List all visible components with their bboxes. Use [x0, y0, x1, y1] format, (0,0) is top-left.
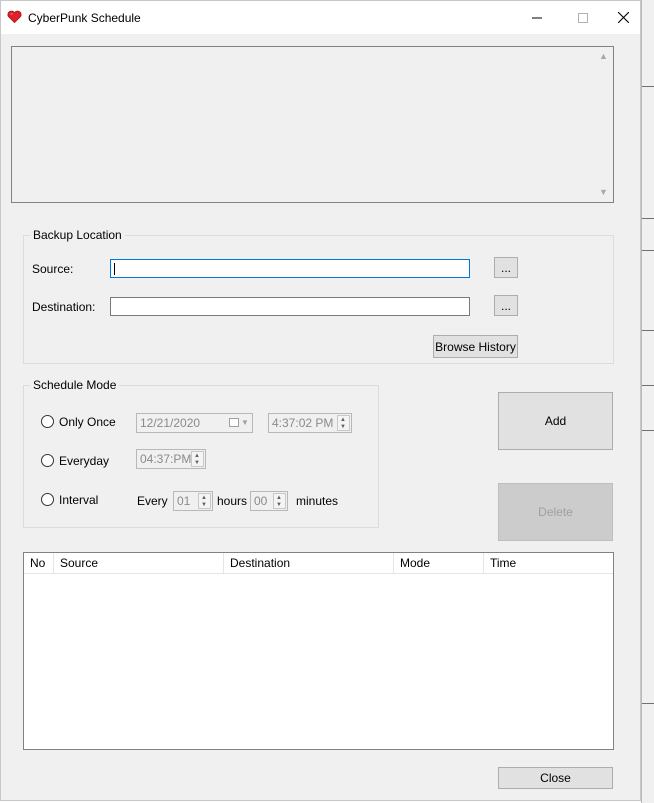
- scroll-down-icon[interactable]: ▼: [599, 187, 608, 197]
- only-once-label[interactable]: Only Once: [59, 415, 116, 429]
- everyday-spinner[interactable]: ▲ ▼: [191, 451, 204, 467]
- hours-value: 01: [177, 494, 191, 508]
- only-once-time-picker[interactable]: 4:37:02 PM ▲ ▼: [268, 413, 352, 433]
- destination-input[interactable]: [110, 297, 470, 316]
- time-spinner[interactable]: ▲ ▼: [337, 415, 350, 431]
- only-once-radio[interactable]: [41, 415, 54, 428]
- browse-history-button[interactable]: Browse History: [433, 335, 518, 358]
- source-input[interactable]: [110, 259, 470, 278]
- schedule-list[interactable]: No Source Destination Mode Time: [23, 552, 614, 750]
- minutes-spinner[interactable]: ▲ ▼: [273, 493, 286, 509]
- delete-button[interactable]: Delete: [498, 483, 613, 541]
- close-icon: [617, 12, 629, 23]
- close-window-button[interactable]: [606, 1, 640, 34]
- spin-down-icon[interactable]: ▼: [194, 460, 200, 466]
- spin-up-icon[interactable]: ▲: [276, 495, 282, 501]
- scroll-up-icon[interactable]: ▲: [599, 51, 608, 61]
- only-once-date-value: 12/21/2020: [140, 416, 201, 430]
- everyday-radio[interactable]: [41, 454, 54, 467]
- background-window-edge: [641, 0, 654, 803]
- maximize-button[interactable]: [560, 1, 606, 34]
- chevron-down-icon: ▼: [241, 418, 249, 427]
- minimize-icon: [532, 17, 542, 18]
- main-window: CyberPunk Schedule ▲ ▼ Backup Location S…: [0, 0, 641, 801]
- column-header-destination[interactable]: Destination: [224, 553, 394, 573]
- minutes-stepper[interactable]: 00 ▲ ▼: [250, 491, 288, 511]
- column-header-source[interactable]: Source: [54, 553, 224, 573]
- schedule-mode-title: Schedule Mode: [30, 378, 120, 392]
- log-scrollbar[interactable]: ▲ ▼: [596, 47, 613, 202]
- column-header-time[interactable]: Time: [484, 553, 613, 573]
- minutes-value: 00: [254, 494, 268, 508]
- spin-up-icon[interactable]: ▲: [194, 453, 200, 459]
- window-title: CyberPunk Schedule: [28, 11, 141, 25]
- log-textbox[interactable]: ▲ ▼: [11, 46, 614, 203]
- minimize-button[interactable]: [514, 1, 560, 34]
- column-header-mode[interactable]: Mode: [394, 553, 484, 573]
- every-label: Every: [137, 494, 168, 508]
- spin-up-icon[interactable]: ▲: [340, 417, 346, 423]
- interval-radio[interactable]: [41, 493, 54, 506]
- spin-down-icon[interactable]: ▼: [340, 424, 346, 430]
- title-bar[interactable]: CyberPunk Schedule: [1, 1, 640, 34]
- add-button[interactable]: Add: [498, 392, 613, 450]
- hours-spinner[interactable]: ▲ ▼: [198, 493, 211, 509]
- spin-up-icon[interactable]: ▲: [201, 495, 207, 501]
- destination-label: Destination:: [32, 300, 96, 314]
- text-caret: [114, 263, 115, 275]
- heart-icon: [7, 10, 22, 24]
- backup-location-title: Backup Location: [30, 228, 125, 242]
- browse-source-button[interactable]: ...: [494, 257, 518, 278]
- everyday-time-value: 04:37:PM: [140, 452, 192, 466]
- spin-down-icon[interactable]: ▼: [276, 502, 282, 508]
- column-header-no[interactable]: No: [24, 553, 54, 573]
- source-label: Source:: [32, 262, 74, 276]
- list-header: No Source Destination Mode Time: [24, 553, 613, 574]
- minutes-label: minutes: [296, 494, 339, 508]
- spin-down-icon[interactable]: ▼: [201, 502, 207, 508]
- only-once-time-value: 4:37:02 PM: [272, 416, 334, 430]
- hours-stepper[interactable]: 01 ▲ ▼: [173, 491, 213, 511]
- browse-destination-button[interactable]: ...: [494, 295, 518, 316]
- close-button[interactable]: Close: [498, 767, 613, 789]
- date-dropdown[interactable]: ▼: [227, 415, 251, 431]
- everyday-time-picker[interactable]: 04:37:PM ▲ ▼: [136, 449, 206, 469]
- maximize-icon: [578, 12, 588, 23]
- calendar-icon: [229, 418, 239, 427]
- hours-label: hours: [217, 494, 248, 508]
- only-once-date-picker[interactable]: 12/21/2020 ▼: [136, 413, 253, 433]
- interval-label[interactable]: Interval: [59, 493, 98, 507]
- everyday-label[interactable]: Everyday: [59, 454, 109, 468]
